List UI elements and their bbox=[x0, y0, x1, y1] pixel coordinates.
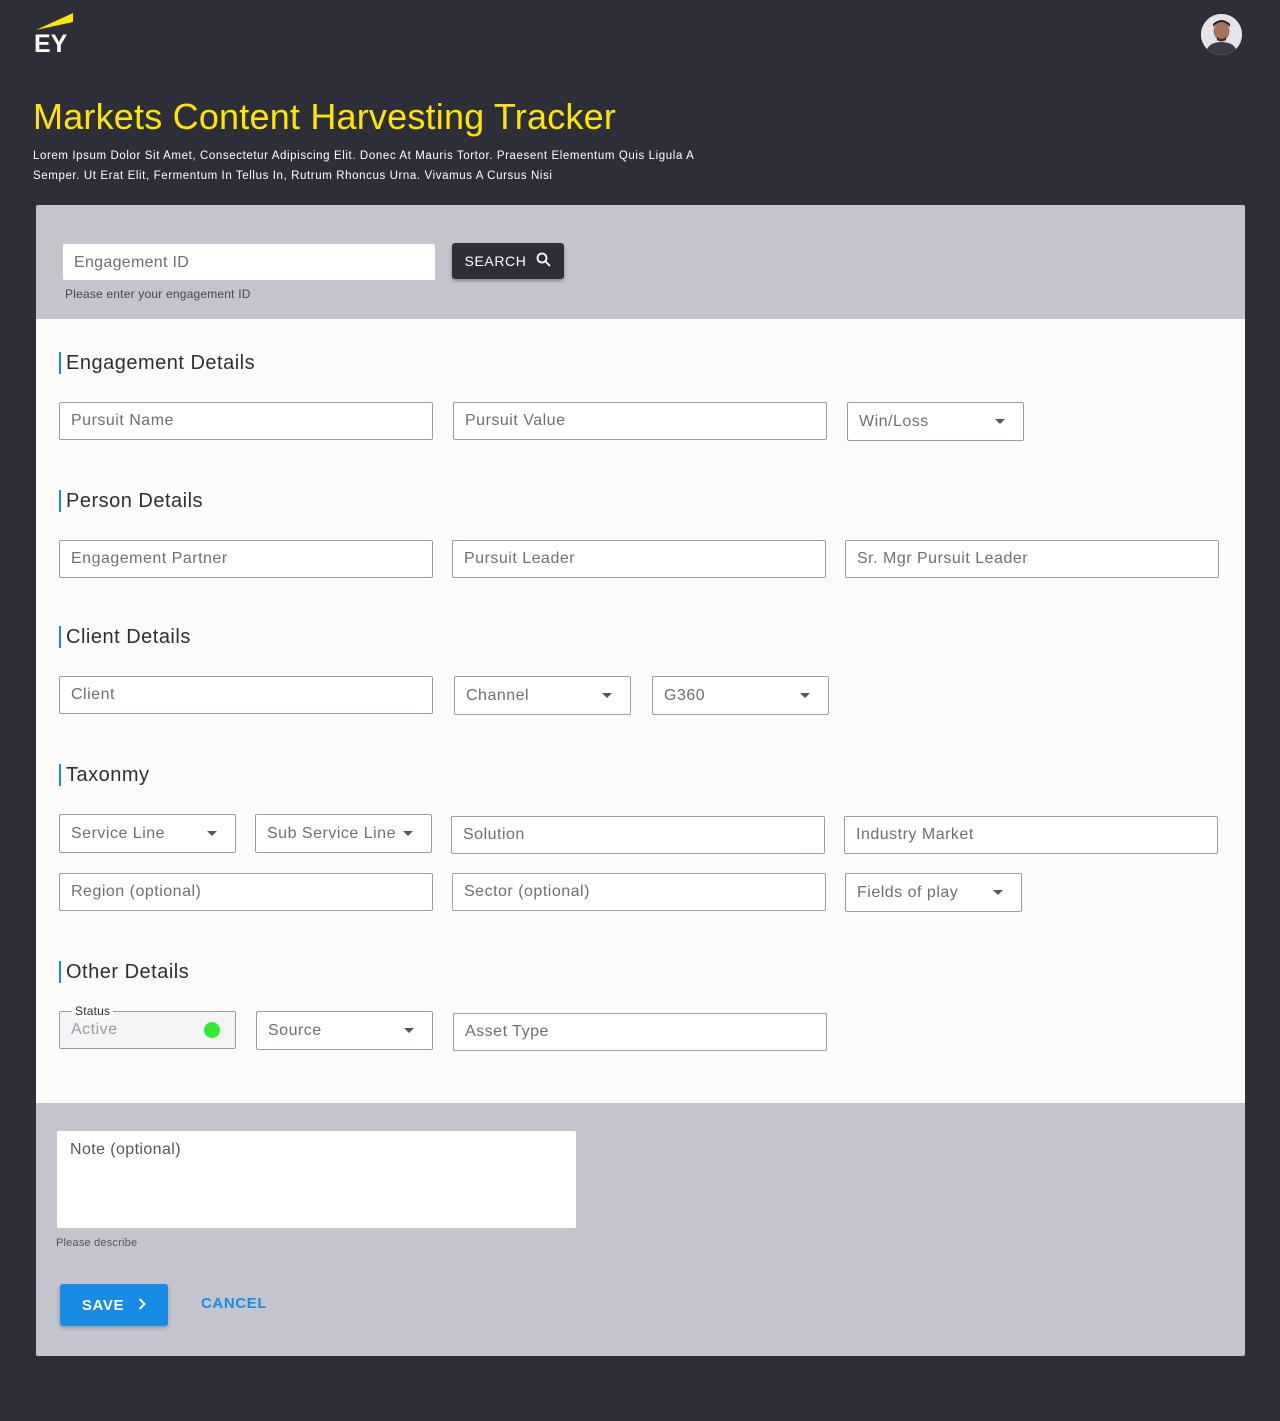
chevron-down-icon bbox=[993, 890, 1003, 895]
page-title: Markets Content Harvesting Tracker bbox=[33, 96, 617, 137]
svg-text:EY: EY bbox=[34, 30, 68, 54]
ey-logo: EY bbox=[33, 12, 75, 58]
channel-value: Channel bbox=[466, 686, 530, 704]
chevron-down-icon bbox=[207, 831, 217, 836]
cancel-button[interactable]: CANCEL bbox=[201, 1295, 267, 1312]
section-client-details: Client Details bbox=[59, 626, 191, 648]
g360-select[interactable]: G360 bbox=[652, 676, 829, 715]
status-value: Active bbox=[71, 1021, 118, 1038]
status-active-indicator bbox=[204, 1022, 220, 1038]
sr-mgr-pursuit-leader-field[interactable]: Sr. Mgr Pursuit Leader bbox=[845, 540, 1219, 578]
industry-market-field[interactable]: Industry Market bbox=[844, 816, 1218, 854]
user-avatar[interactable] bbox=[1201, 14, 1242, 55]
chevron-right-icon bbox=[138, 1297, 146, 1314]
page-subtitle: Lorem Ipsum Dolor Sit Amet, Consectetur … bbox=[33, 150, 694, 182]
search-icon bbox=[536, 252, 552, 270]
form-card: Engagement ID Please enter your engageme… bbox=[36, 205, 1245, 1356]
g360-value: G360 bbox=[664, 686, 706, 704]
source-value: Source bbox=[268, 1021, 322, 1039]
channel-select[interactable]: Channel bbox=[454, 676, 631, 715]
chevron-down-icon bbox=[995, 419, 1005, 424]
service-line-select[interactable]: Service Line bbox=[59, 814, 236, 853]
chevron-down-icon bbox=[404, 1028, 414, 1033]
solution-field[interactable]: Solution bbox=[451, 816, 825, 854]
pursuit-name-field[interactable]: Pursuit Name bbox=[59, 402, 433, 440]
win-loss-select[interactable]: Win/Loss bbox=[847, 402, 1024, 441]
section-engagement-details: Engagement Details bbox=[59, 352, 255, 374]
details-form: Engagement Details Pursuit Name Pursuit … bbox=[36, 319, 1245, 1103]
search-button[interactable]: SEARCH bbox=[452, 243, 564, 279]
engagement-id-input[interactable]: Engagement ID bbox=[63, 244, 435, 280]
section-person-details: Person Details bbox=[59, 490, 203, 512]
fields-of-play-value: Fields of play bbox=[857, 883, 959, 901]
sector-field[interactable]: Sector (optional) bbox=[452, 873, 826, 911]
save-button-label: SAVE bbox=[81, 1296, 125, 1314]
pursuit-value-field[interactable]: Pursuit Value bbox=[453, 402, 827, 440]
source-select[interactable]: Source bbox=[256, 1011, 433, 1050]
asset-type-field[interactable]: Asset Type bbox=[453, 1013, 827, 1051]
chevron-down-icon bbox=[602, 693, 612, 698]
region-field[interactable]: Region (optional) bbox=[59, 873, 433, 911]
save-button[interactable]: SAVE bbox=[60, 1284, 168, 1326]
note-textarea[interactable]: Note (optional) bbox=[57, 1131, 576, 1228]
section-taxonomy: Taxonmy bbox=[59, 764, 150, 786]
service-line-value: Service Line bbox=[71, 824, 166, 842]
pursuit-leader-field[interactable]: Pursuit Leader bbox=[452, 540, 826, 578]
fields-of-play-select[interactable]: Fields of play bbox=[845, 873, 1022, 912]
search-button-label: SEARCH bbox=[464, 253, 527, 269]
win-loss-value: Win/Loss bbox=[859, 412, 929, 430]
client-field[interactable]: Client bbox=[59, 676, 433, 714]
chevron-down-icon bbox=[800, 693, 810, 698]
engagement-partner-field[interactable]: Engagement Partner bbox=[59, 540, 433, 578]
sub-service-line-select[interactable]: Sub Service Line bbox=[255, 814, 432, 853]
search-area: Engagement ID Please enter your engageme… bbox=[36, 205, 1245, 319]
engagement-id-helper: Please enter your engagement ID bbox=[65, 287, 251, 301]
status-label: Status bbox=[72, 1004, 114, 1018]
note-helper: Please describe bbox=[56, 1237, 138, 1249]
sub-service-line-value: Sub Service Line bbox=[267, 824, 396, 842]
section-other-details: Other Details bbox=[59, 961, 189, 983]
chevron-down-icon bbox=[403, 831, 413, 836]
